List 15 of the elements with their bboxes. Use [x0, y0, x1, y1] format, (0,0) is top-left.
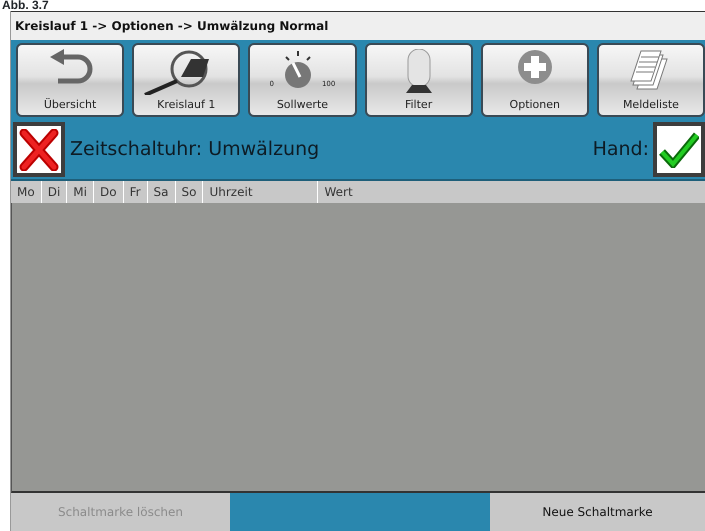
toolbar-button[interactable]: Übersicht: [16, 43, 124, 117]
toolbar-button[interactable]: Optionen: [480, 43, 589, 117]
hand-label: Hand:: [592, 137, 649, 162]
hand-checkbox[interactable]: [653, 122, 705, 177]
section-title: Zeitschaltuhr: Umwälzung: [70, 137, 320, 162]
column-header: Wert: [323, 184, 354, 201]
toolbar-button[interactable]: Kreislauf 1: [132, 43, 240, 117]
toolbar-button[interactable]: Meldeliste: [596, 43, 705, 117]
figure-caption: Abb. 3.7: [1, 0, 50, 11]
window-title: Kreislauf 1 -> Optionen -> Umwälzung Normal: [11, 11, 705, 40]
action-button[interactable]: Neue Schaltmarke: [490, 493, 705, 531]
toolbar-button[interactable]: Filter: [364, 43, 473, 117]
plus-icon: [516, 49, 553, 85]
filter-icon: [404, 49, 434, 93]
cross-button[interactable]: [13, 122, 65, 177]
